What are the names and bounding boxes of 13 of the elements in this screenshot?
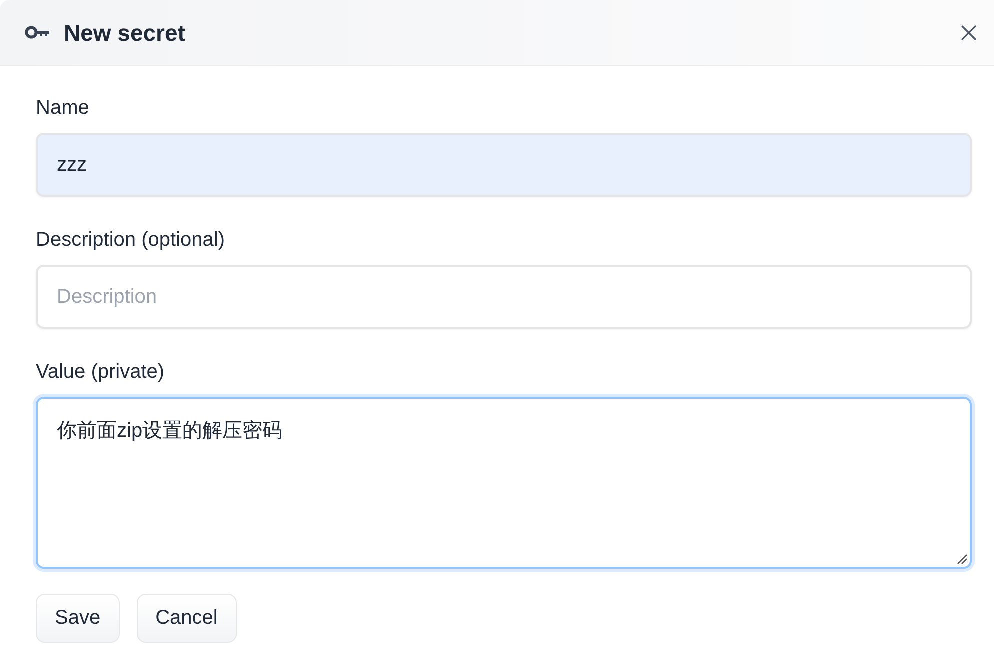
field-label: Value (private) xyxy=(36,360,166,385)
close-button[interactable] xyxy=(961,24,977,40)
text-input-field[interactable]: Description xyxy=(36,265,972,329)
field-label: Name xyxy=(36,96,90,121)
save-button[interactable]: Save xyxy=(36,594,120,643)
text-input-field[interactable]: zzz xyxy=(36,133,972,197)
dialog-title: New secret xyxy=(64,18,186,48)
resize-handle-icon[interactable] xyxy=(957,554,968,565)
textarea-field[interactable]: 你前面zip设置的解压密码 xyxy=(36,397,972,569)
key-icon xyxy=(25,26,50,39)
cancel-button[interactable]: Cancel xyxy=(136,594,237,643)
close-icon xyxy=(961,24,977,40)
field-label: Description (optional) xyxy=(36,228,226,253)
